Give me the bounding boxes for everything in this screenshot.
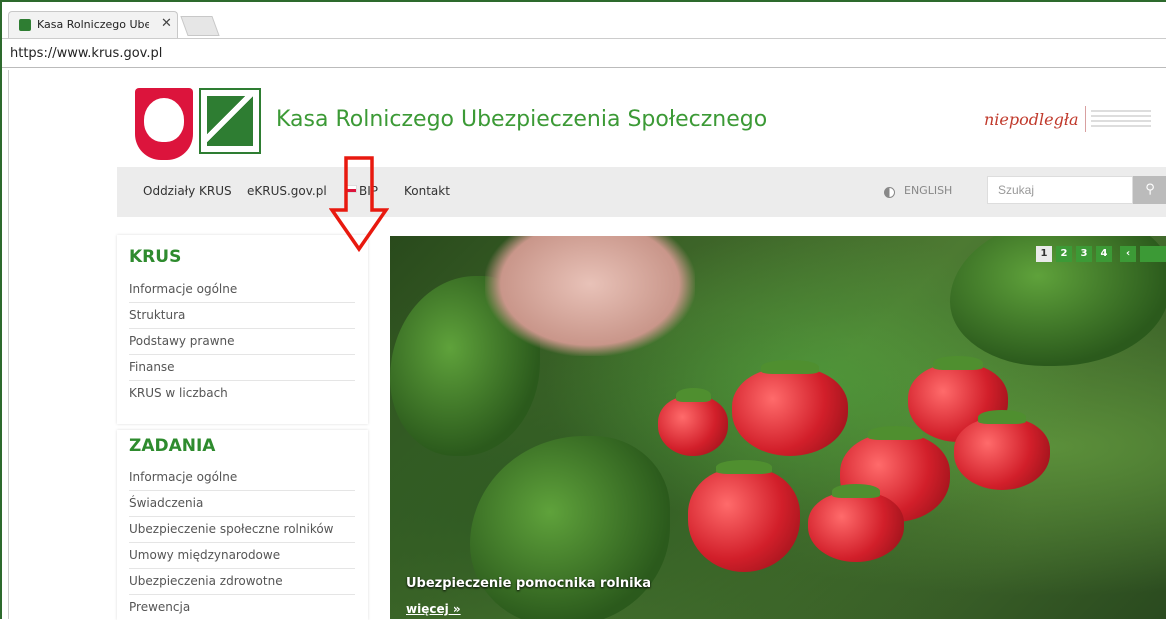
leaf-shape xyxy=(470,436,670,619)
krus-mark-icon xyxy=(207,96,253,146)
strawberry xyxy=(688,460,800,572)
slider-page-1[interactable]: 1 xyxy=(1036,246,1052,262)
niepodlegla-logo[interactable]: niepodległa xyxy=(984,110,1079,129)
sidebar-zadania: ZADANIA Informacje ogólne Świadczenia Ub… xyxy=(117,430,368,620)
slider-page-3[interactable]: 3 xyxy=(1076,246,1092,262)
more-link[interactable]: więcej » xyxy=(406,602,461,616)
krus-favicon-icon xyxy=(19,19,31,31)
sidebar-item[interactable]: Struktura xyxy=(129,303,355,329)
sidebar-heading-krus[interactable]: KRUS xyxy=(129,247,181,267)
sidebar-item[interactable]: Podstawy prawne xyxy=(129,329,355,355)
sidebar-item[interactable]: Informacje ogólne xyxy=(129,465,355,491)
nav-item-kontakt[interactable]: Kontakt xyxy=(404,184,450,198)
krus-logo[interactable] xyxy=(199,88,261,154)
sidebar-item[interactable]: KRUS w liczbach xyxy=(129,381,355,406)
nav-item-ekrus[interactable]: eKRUS.gov.pl xyxy=(247,184,327,198)
slider-prev-icon[interactable]: ‹ xyxy=(1120,246,1136,262)
sidebar-heading-zadania[interactable]: ZADANIA xyxy=(129,436,215,456)
slider-page-4[interactable]: 4 xyxy=(1096,246,1112,262)
sidebar-item[interactable]: Prewencja xyxy=(129,595,355,620)
contrast-icon[interactable] xyxy=(884,187,895,198)
niepodlegla-small-text-icon xyxy=(1091,110,1151,128)
sidebar-item[interactable]: Ubezpieczenia zdrowotne xyxy=(129,569,355,595)
eagle-icon xyxy=(144,98,184,142)
sidebar-item[interactable]: Finanse xyxy=(129,355,355,381)
sidebar-item[interactable]: Ubezpieczenie społeczne rolników xyxy=(129,517,355,543)
sidebar-item[interactable]: Informacje ogólne xyxy=(129,277,355,303)
nav-item-oddzialy[interactable]: Oddziały KRUS xyxy=(143,184,232,198)
web-page: Kasa Rolniczego Ubezpieczenia Społeczneg… xyxy=(8,70,1166,620)
slide-caption: Ubezpieczenie pomocnika rolnika xyxy=(406,576,651,591)
hero-slider[interactable]: 1 2 3 4 ‹ Ubezpieczenie pomocnika rolnik… xyxy=(390,236,1166,619)
new-tab-button[interactable] xyxy=(180,16,220,36)
strawberry xyxy=(808,484,904,562)
annotation-arrow-icon xyxy=(329,156,389,253)
strawberry xyxy=(658,388,728,456)
site-title[interactable]: Kasa Rolniczego Ubezpieczenia Społeczneg… xyxy=(276,107,767,132)
slider-next-icon[interactable] xyxy=(1140,246,1166,262)
hand-image xyxy=(485,236,695,356)
sidebar-krus: KRUS Informacje ogólne Struktura Podstaw… xyxy=(117,235,368,424)
strawberry xyxy=(732,360,848,456)
browser-tab[interactable]: Kasa Rolniczego Ubezpie ✕ xyxy=(8,11,178,39)
address-bar[interactable]: https://www.krus.gov.pl xyxy=(2,38,1166,68)
address-text: https://www.krus.gov.pl xyxy=(10,46,163,61)
sidebar-item[interactable]: Świadczenia xyxy=(129,491,355,517)
tab-title: Kasa Rolniczego Ubezpie xyxy=(37,18,149,31)
strawberry xyxy=(954,410,1050,490)
close-icon[interactable]: ✕ xyxy=(161,16,172,31)
slider-page-2[interactable]: 2 xyxy=(1056,246,1072,262)
logo-divider xyxy=(1085,106,1086,132)
search-input[interactable]: Szukaj xyxy=(987,176,1133,204)
sidebar-item[interactable]: Umowy międzynarodowe xyxy=(129,543,355,569)
english-link[interactable]: ENGLISH xyxy=(904,184,952,197)
poland-emblem-logo xyxy=(135,88,193,160)
tab-strip: Kasa Rolniczego Ubezpie ✕ xyxy=(2,2,1166,39)
search-icon[interactable]: ⚲ xyxy=(1133,176,1166,204)
